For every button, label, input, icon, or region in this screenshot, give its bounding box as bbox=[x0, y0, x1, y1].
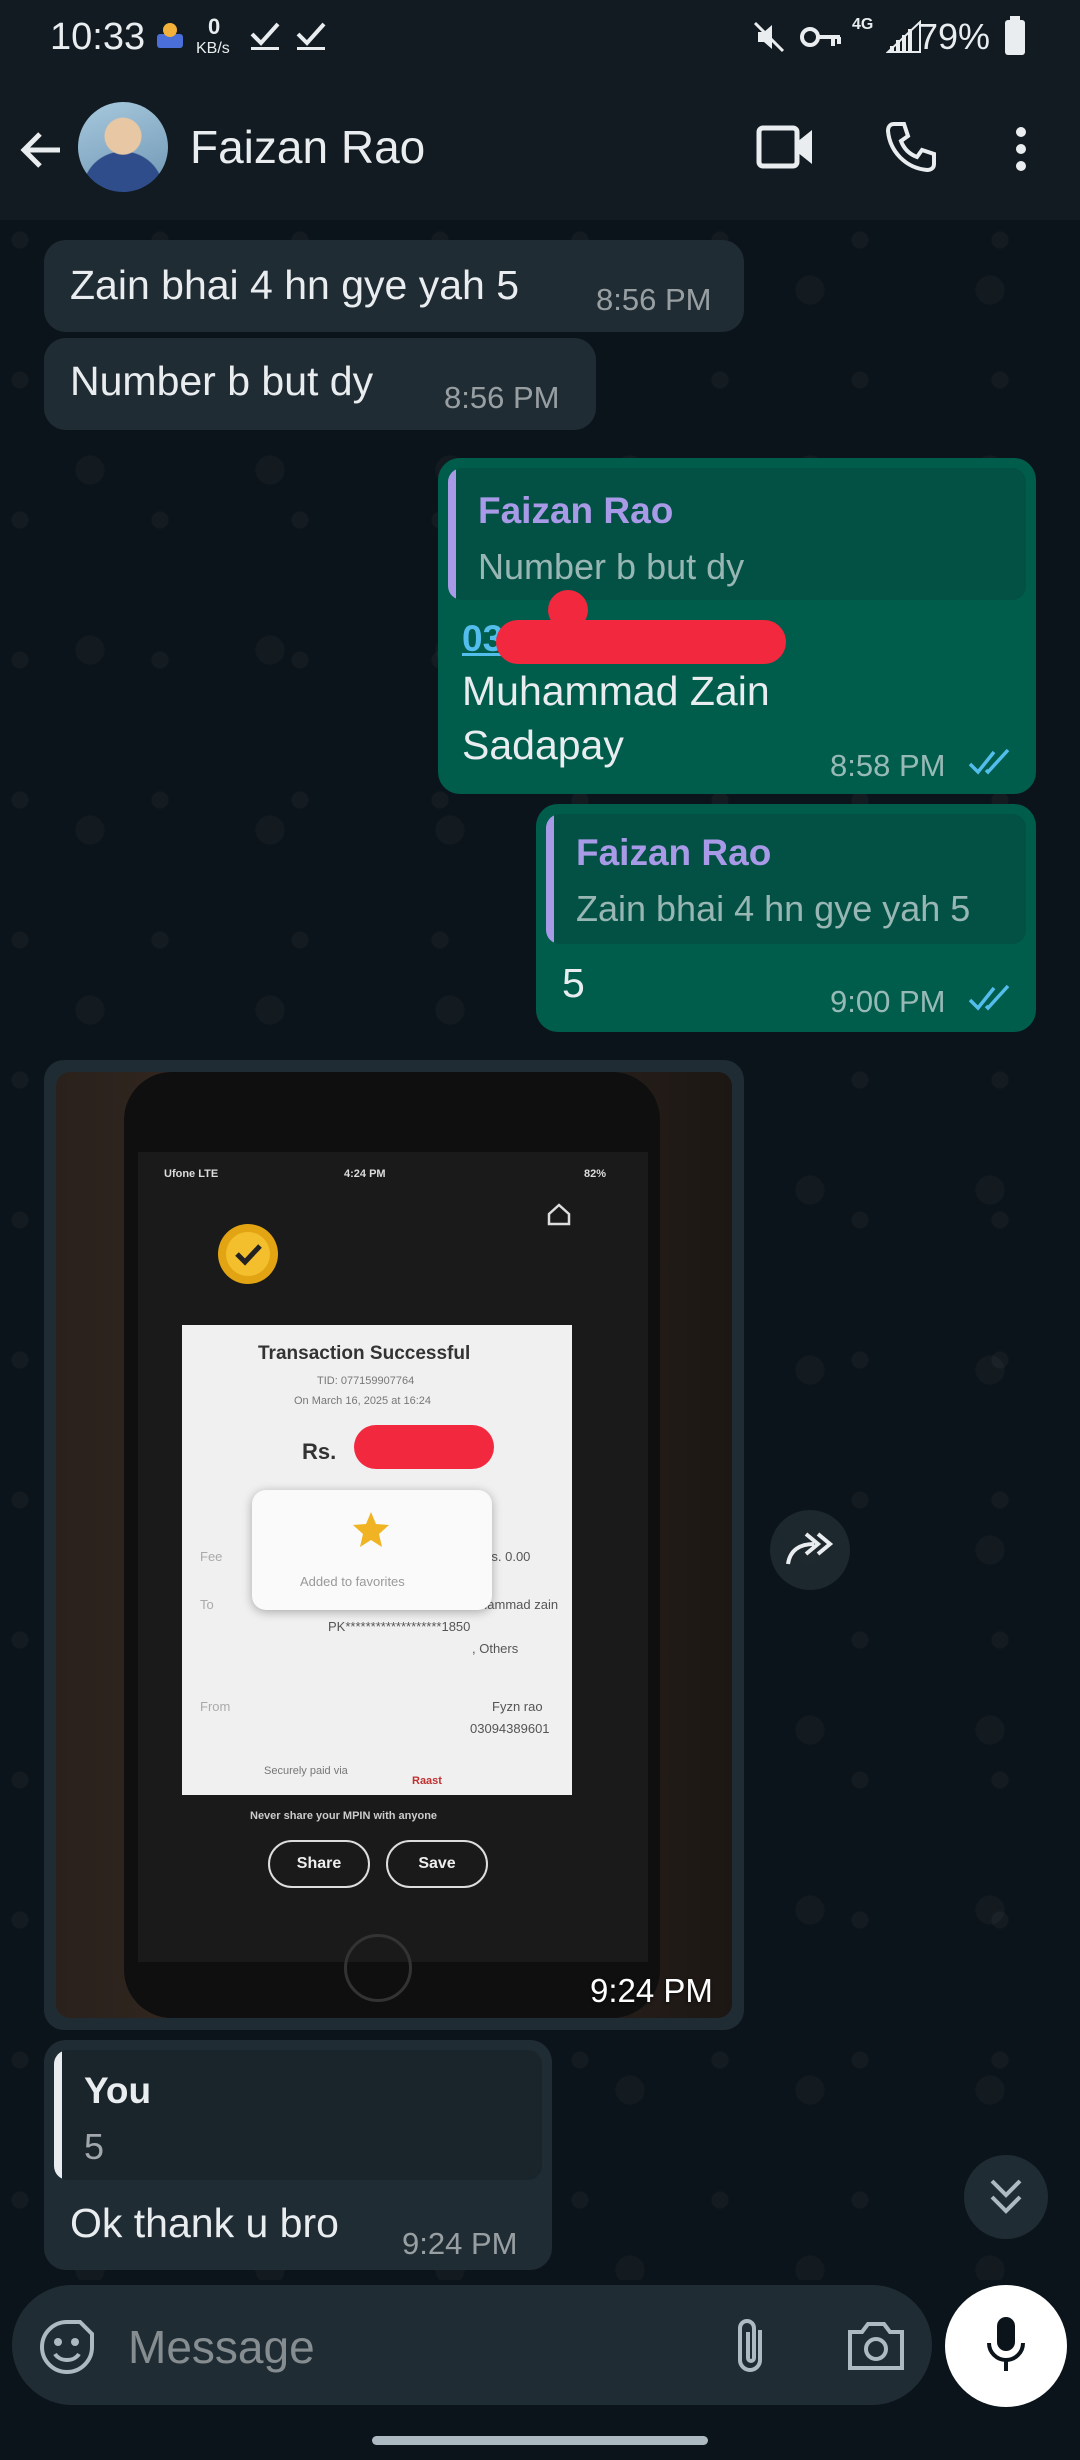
home-icon bbox=[546, 1202, 572, 1231]
favorite-toast: Added to favorites bbox=[252, 1490, 492, 1610]
quote-bar bbox=[54, 2050, 62, 2180]
double-check-icon bbox=[968, 984, 1012, 1019]
emoji-icon[interactable] bbox=[38, 2318, 96, 2381]
receipt-title: Transaction Successful bbox=[258, 1343, 471, 1364]
message-time: 9:24 PM bbox=[402, 2226, 518, 2261]
favorite-toast-text: Added to favorites bbox=[300, 1574, 405, 1589]
message-time: 9:24 PM bbox=[590, 1972, 713, 2009]
gesture-home-bar[interactable] bbox=[372, 2436, 708, 2445]
scroll-down-icon bbox=[986, 2175, 1026, 2224]
quote-author: Faizan Rao bbox=[478, 490, 674, 531]
quote-text: Number b but dy bbox=[478, 546, 745, 587]
message-time: 9:00 PM bbox=[830, 984, 946, 1019]
message-time: 8:56 PM bbox=[444, 380, 560, 415]
quote-author: Faizan Rao bbox=[576, 832, 772, 873]
photo-share-label: Share bbox=[296, 1855, 342, 1872]
net-rate-unit: KB/s bbox=[196, 40, 230, 57]
message-text: 5 bbox=[562, 960, 585, 1006]
check-icon bbox=[248, 18, 282, 57]
receipt-fee-label: Fee bbox=[200, 1549, 223, 1564]
quoted-message[interactable]: You 5 bbox=[54, 2050, 542, 2180]
vpn-key-icon bbox=[800, 22, 842, 57]
net-rate-value: 0 bbox=[208, 14, 221, 39]
video-call-icon[interactable] bbox=[756, 122, 816, 177]
quoted-message[interactable]: Faizan Rao Zain bhai 4 hn gye yah 5 bbox=[546, 814, 1026, 944]
message-text: Number b but dy bbox=[70, 358, 374, 404]
scroll-down-button[interactable] bbox=[964, 2155, 1048, 2239]
success-check-icon bbox=[216, 1222, 280, 1291]
quote-author: You bbox=[84, 2070, 152, 2111]
photo-phone-battery: 82% bbox=[584, 1168, 607, 1180]
double-check-icon bbox=[968, 748, 1012, 783]
check-icon bbox=[294, 18, 328, 57]
message-time: 8:56 PM bbox=[596, 282, 712, 317]
image-message-photo[interactable]: Ufone LTE 4:24 PM 82% Transaction Succes… bbox=[56, 1072, 732, 2018]
receipt-amount-prefix: Rs. bbox=[302, 1439, 337, 1464]
receipt-from-number: 03094389601 bbox=[470, 1721, 550, 1736]
voice-record-button[interactable] bbox=[945, 2285, 1067, 2407]
message-bubble-outgoing[interactable]: Faizan Rao Number b but dy 03 Muhammad Z… bbox=[438, 458, 1036, 794]
receipt-secure-note: Securely paid via bbox=[264, 1765, 348, 1777]
quote-text: Zain bhai 4 hn gye yah 5 bbox=[576, 888, 971, 929]
voice-call-icon[interactable] bbox=[884, 120, 938, 179]
back-arrow-icon[interactable] bbox=[18, 126, 66, 179]
network-type: 4G bbox=[852, 16, 874, 33]
battery-icon bbox=[1004, 16, 1026, 61]
forward-icon bbox=[784, 1530, 838, 1575]
quote-text: 5 bbox=[84, 2126, 105, 2167]
mic-icon bbox=[985, 2315, 1027, 2382]
status-bar: 10:33 0 KB/s 4G 79% bbox=[0, 0, 1080, 80]
receipt-date: On March 16, 2025 at 16:24 bbox=[294, 1395, 431, 1407]
quoted-message[interactable]: Faizan Rao Number b but dy bbox=[448, 468, 1026, 600]
photo-save-button: Save bbox=[386, 1840, 488, 1888]
receipt-from-name: Fyzn rao bbox=[492, 1699, 543, 1714]
message-text: Ok thank u bro bbox=[70, 2200, 339, 2246]
status-time: 10:33 bbox=[50, 16, 146, 58]
photo-phone-time: 4:24 PM bbox=[344, 1168, 386, 1180]
message-bubble-incoming[interactable]: Zain bhai 4 hn gye yah 5 8:56 PM bbox=[44, 240, 744, 332]
message-text-line2: Sadapay bbox=[462, 722, 624, 768]
message-bubble-incoming[interactable]: Number b but dy 8:56 PM bbox=[44, 338, 596, 430]
message-text-line1: Muhammad Zain bbox=[462, 668, 770, 714]
mpin-note: Never share your MPIN with anyone bbox=[250, 1810, 438, 1822]
attach-icon[interactable] bbox=[730, 2316, 774, 2381]
receipt-from-label: From bbox=[200, 1699, 231, 1714]
more-vert-icon[interactable] bbox=[1014, 126, 1028, 177]
message-bubble-incoming[interactable]: You 5 Ok thank u bro 9:24 PM bbox=[44, 2040, 552, 2270]
photo-save-label: Save bbox=[418, 1855, 456, 1872]
phone-home-button bbox=[344, 1934, 412, 2002]
redaction-mark bbox=[354, 1425, 494, 1469]
avatar[interactable] bbox=[78, 102, 168, 192]
receipt-tid: TID: 07715990​7764 bbox=[317, 1375, 415, 1387]
receipt-to-bank: , Others bbox=[472, 1641, 519, 1656]
photo-carrier: Ufone LTE bbox=[164, 1168, 219, 1180]
forward-button[interactable] bbox=[770, 1510, 850, 1590]
notification-app-icon bbox=[155, 20, 185, 54]
battery-percent: 79% bbox=[917, 16, 990, 57]
quote-bar bbox=[448, 468, 456, 600]
photo-share-button: Share bbox=[268, 1840, 370, 1888]
receipt-to-label: To bbox=[200, 1597, 214, 1612]
quote-bar bbox=[546, 814, 554, 944]
redaction-mark bbox=[496, 620, 786, 664]
message-bubble-outgoing[interactable]: Faizan Rao Zain bhai 4 hn gye yah 5 5 9:… bbox=[536, 804, 1036, 1032]
redaction-mark bbox=[548, 590, 588, 630]
receipt-to-account: PK*******************1850 bbox=[328, 1619, 471, 1634]
message-text: Zain bhai 4 hn gye yah 5 bbox=[70, 262, 520, 308]
contact-name[interactable]: Faizan Rao bbox=[190, 120, 425, 174]
receipt-brand: Raast bbox=[412, 1775, 442, 1787]
mute-icon bbox=[752, 20, 786, 59]
star-icon bbox=[352, 1510, 390, 1553]
signal-icon bbox=[885, 19, 922, 59]
camera-icon[interactable] bbox=[846, 2320, 906, 2377]
chat-header: Faizan Rao bbox=[0, 80, 1080, 220]
message-input[interactable]: Message bbox=[128, 2320, 315, 2374]
message-time: 8:58 PM bbox=[830, 748, 946, 783]
